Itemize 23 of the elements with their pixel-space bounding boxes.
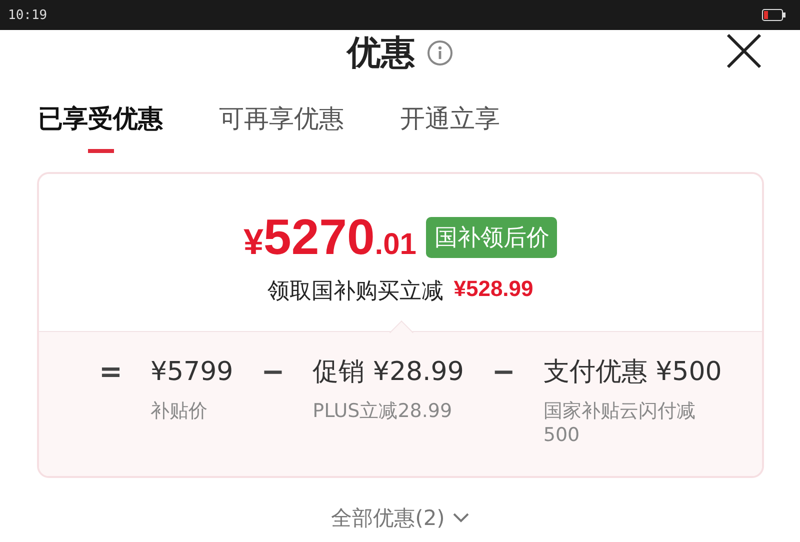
final-price: ¥5270.01 [244, 212, 416, 262]
operator-sign: − [261, 356, 285, 388]
price-amount: ¥5799 [150, 356, 234, 388]
status-time: 10:19 [8, 8, 48, 22]
price-amount: 支付优惠 ¥500 [543, 356, 723, 388]
all-deals-button[interactable]: 全部优惠(2) [331, 504, 469, 532]
battery-icon [762, 9, 786, 21]
info-icon[interactable] [427, 40, 453, 66]
close-icon[interactable] [726, 33, 762, 69]
discount-amount: ¥528.99 [454, 276, 534, 303]
operator-sign: − [492, 356, 516, 388]
sheet-title: 优惠 [347, 32, 415, 75]
operator-sign: = [99, 356, 122, 388]
tab[interactable]: 开通立享 [400, 102, 500, 154]
price-caption: 补贴价 [150, 399, 208, 424]
price-tag: 国补领后价 [426, 216, 558, 258]
chevron-down-icon [452, 513, 469, 523]
price-caption: 国家补贴云闪付减500 [543, 399, 696, 446]
price-caption: PLUS立减28.99 [312, 399, 454, 424]
price-amount: 促销 ¥28.99 [312, 356, 464, 388]
tab[interactable]: 可再享优惠 [219, 102, 344, 154]
tab[interactable]: 已享受优惠 [38, 102, 163, 154]
discount-note: 领取国补购买立减 [268, 278, 444, 306]
